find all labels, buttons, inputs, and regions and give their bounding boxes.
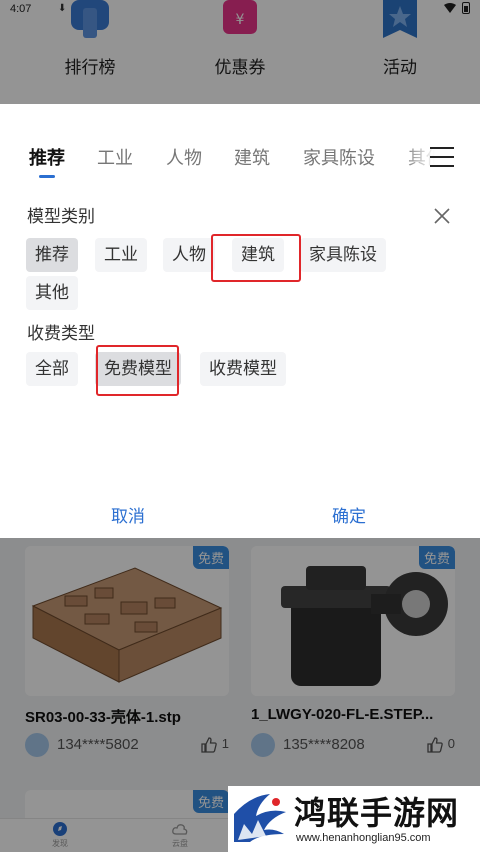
category-chip-people[interactable]: 人物	[163, 238, 215, 272]
fee-chip-free[interactable]: 免费模型	[95, 352, 181, 386]
tab-furniture[interactable]: 家具陈设	[303, 144, 375, 170]
tab-people[interactable]: 人物	[166, 144, 202, 170]
watermark-url: www.henanhonglian95.com	[296, 832, 431, 844]
confirm-button[interactable]: 确定	[332, 502, 366, 527]
fee-type-title: 收费类型	[27, 324, 95, 344]
category-chip-other[interactable]: 其他	[26, 276, 78, 310]
watermark-title: 鸿联手游网	[294, 794, 460, 832]
watermark: 鸿联手游网 www.henanhonglian95.com	[228, 786, 480, 852]
tab-industry[interactable]: 工业	[97, 144, 133, 170]
category-chip-furniture[interactable]: 家具陈设	[300, 238, 386, 272]
close-icon[interactable]	[432, 206, 452, 226]
category-chip-architecture[interactable]: 建筑	[232, 238, 284, 272]
category-chip-recommended[interactable]: 推荐	[26, 238, 78, 272]
fee-chip-paid[interactable]: 收费模型	[200, 352, 286, 386]
cancel-button[interactable]: 取消	[111, 502, 145, 527]
fee-chip-all[interactable]: 全部	[26, 352, 78, 386]
menu-icon[interactable]	[430, 147, 454, 167]
tab-architecture[interactable]: 建筑	[234, 144, 270, 170]
category-chip-industry[interactable]: 工业	[95, 238, 147, 272]
active-tab-indicator	[39, 175, 55, 178]
filter-sheet: 推荐 工业 人物 建筑 家具陈设 其他 模型类别 推荐 工业 人物 建筑 家具陈…	[0, 104, 480, 538]
model-category-title: 模型类别	[27, 207, 95, 227]
site-logo-icon	[234, 794, 286, 842]
tab-recommended[interactable]: 推荐	[29, 144, 65, 170]
